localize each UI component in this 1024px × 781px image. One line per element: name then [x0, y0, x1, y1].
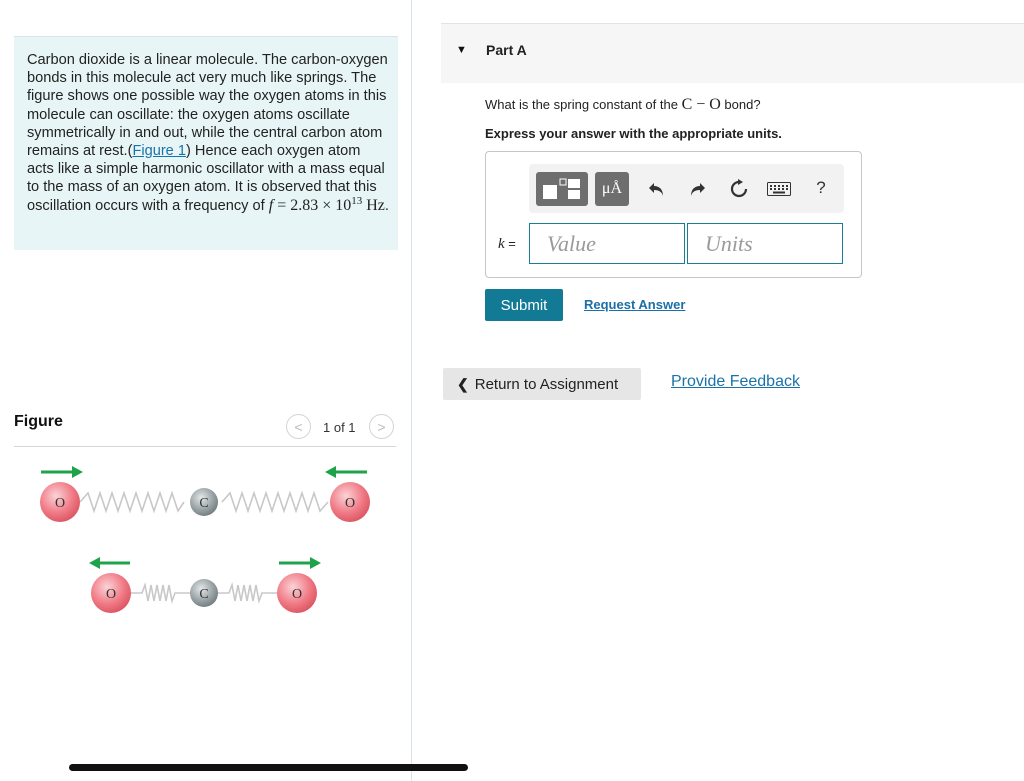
figure-link[interactable]: Figure 1 — [132, 143, 186, 159]
return-to-assignment-button[interactable]: ❮ Return to Assignment — [443, 368, 641, 400]
problem-text: Carbon dioxide is a linear molecule. The… — [27, 51, 389, 215]
part-title: Part A — [486, 42, 527, 58]
svg-text:O: O — [55, 496, 65, 511]
figure-heading: Figure — [14, 413, 63, 430]
instruction-text: Express your answer with the appropriate… — [485, 126, 782, 141]
arrow-right-icon — [41, 466, 83, 478]
question-text-end: bond? — [720, 97, 761, 112]
figure-page-count: 1 of 1 — [323, 420, 356, 435]
oxygen-atom-top-left: O — [40, 482, 80, 522]
arrow-left-icon — [325, 466, 367, 478]
svg-text:O: O — [292, 587, 302, 602]
svg-text:O: O — [106, 587, 116, 602]
oxygen-atom-bottom-right: O — [277, 573, 317, 613]
oxygen-atom-bottom-left: O — [91, 573, 131, 613]
answer-variable-label: k = — [498, 236, 516, 253]
request-answer-link[interactable]: Request Answer — [584, 297, 685, 312]
frequency-value: = 2.83 × 10 — [273, 196, 352, 214]
return-label: Return to Assignment — [474, 375, 619, 393]
spring-compressed-right — [218, 582, 278, 604]
figure-divider — [14, 446, 396, 447]
question-text: What is the spring constant of the C − O… — [485, 96, 761, 114]
reset-icon — [730, 179, 748, 198]
spring-stretched-left — [79, 490, 185, 514]
keyboard-button[interactable] — [766, 179, 792, 199]
reset-button[interactable] — [727, 177, 751, 201]
arrow-right-icon — [279, 557, 321, 569]
carbon-atom-bottom: C — [190, 579, 218, 607]
redo-icon — [691, 183, 705, 196]
co2-oscillation-figure: O C O O C O — [40, 466, 370, 613]
prev-figure-button[interactable]: < — [286, 414, 311, 439]
equals-sign: = — [504, 236, 516, 251]
variable-k: k — [498, 236, 505, 252]
chevron-left-icon: ❮ — [457, 375, 469, 392]
chevron-right-icon: > — [377, 418, 386, 435]
math-toolbar: μÅ ? — [529, 164, 844, 213]
frequency-exponent: 13 — [351, 194, 363, 207]
problem-text-end: . — [384, 197, 389, 214]
spring-stretched-right — [221, 490, 329, 514]
svg-text:C: C — [199, 587, 208, 602]
bond-label: C − O — [681, 96, 721, 113]
home-indicator-bar — [69, 764, 468, 771]
frequency-unit: Hz — [362, 196, 385, 214]
question-text-start: What is the spring constant of the — [485, 97, 682, 112]
part-a-header[interactable]: ▼ Part A — [441, 23, 1024, 83]
units-input[interactable] — [687, 223, 843, 264]
redo-button[interactable] — [685, 177, 709, 201]
help-button[interactable]: ? — [809, 176, 833, 200]
spring-compressed-left — [130, 582, 190, 604]
undo-icon — [649, 183, 663, 196]
undo-button[interactable] — [645, 177, 669, 201]
left-pane: Carbon dioxide is a linear molecule. The… — [0, 0, 412, 781]
carbon-atom-top: C — [190, 488, 218, 516]
provide-feedback-link[interactable]: Provide Feedback — [671, 373, 800, 391]
keyboard-icon — [767, 182, 791, 196]
svg-text:O: O — [345, 496, 355, 511]
value-input[interactable] — [529, 223, 685, 264]
answer-box: μÅ ? k = Value Units — [485, 151, 862, 278]
next-figure-button[interactable]: > — [369, 414, 394, 439]
oxygen-atom-top-right: O — [330, 482, 370, 522]
submit-button[interactable]: Submit — [485, 289, 563, 321]
templates-icon — [543, 178, 580, 199]
problem-statement-box: Carbon dioxide is a linear molecule. The… — [14, 36, 398, 250]
templates-button[interactable] — [536, 172, 588, 206]
arrow-left-icon — [89, 557, 130, 569]
units-button[interactable]: μÅ — [595, 172, 629, 206]
svg-text:C: C — [199, 496, 208, 511]
chevron-left-icon: < — [294, 418, 303, 435]
triangle-down-icon[interactable]: ▼ — [456, 44, 467, 56]
